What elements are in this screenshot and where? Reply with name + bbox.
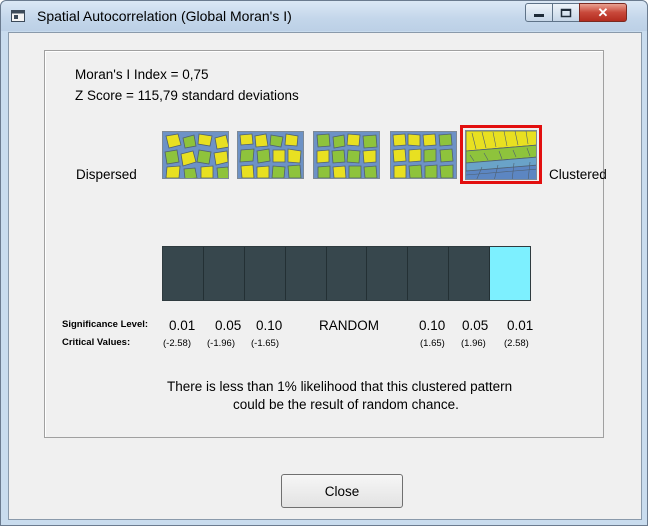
maximize-icon [560,8,572,17]
significance-level-label: Significance Level: [62,319,149,330]
pattern-thumbnail-4 [390,131,457,179]
scale-segment [449,247,491,300]
scale-segment-active [490,247,531,300]
pattern-thumbnail-2 [237,131,304,179]
critical-value-5: (1.96) [461,338,486,349]
scale-segment [326,247,368,300]
close-button-label: Close [324,483,360,499]
scale-segment [163,247,204,300]
level-2: 0.10 [256,318,283,333]
maximize-button[interactable] [552,3,580,22]
window-app-icon [11,10,25,22]
close-button[interactable]: Close [281,474,403,508]
level-0: 0.01 [169,318,196,333]
scale-segment [203,247,245,300]
selected-pattern-highlight [460,125,542,184]
level-5: 0.05 [462,318,489,333]
level-1: 0.05 [215,318,242,333]
scale-segment [285,247,327,300]
critical-value-1: (-1.96) [207,338,235,349]
interpretation-line-2: could be the result of random chance. [233,397,459,412]
minimize-button[interactable] [525,3,553,22]
pattern-thumbnail-random [313,131,380,179]
interpretation-line-1: There is less than 1% likelihood that th… [167,379,513,394]
window-title: Spatial Autocorrelation (Global Moran's … [37,8,292,24]
scale-segment [408,247,450,300]
critical-value-6: (2.58) [504,338,529,349]
close-icon: ✕ [597,4,609,20]
minimize-icon [534,13,544,17]
level-4: 0.10 [419,318,446,333]
dispersed-label: Dispersed [76,167,137,182]
title-bar[interactable]: Spatial Autocorrelation (Global Moran's … [1,1,647,31]
critical-value-0: (-2.58) [163,338,191,349]
morans-index-text: Moran's I Index = 0,75 [75,67,209,82]
level-6: 0.01 [507,318,534,333]
level-random: RANDOM [319,318,379,333]
scale-segment [244,247,286,300]
critical-value-4: (1.65) [420,338,445,349]
significance-scale-bar [162,246,531,301]
window-close-button[interactable]: ✕ [579,3,627,22]
clustered-label: Clustered [549,167,607,182]
dialog-window: Spatial Autocorrelation (Global Moran's … [0,0,648,526]
scale-segment [367,247,409,300]
critical-values-label: Critical Values: [62,337,131,348]
critical-value-2: (-1.65) [251,338,279,349]
pattern-thumbnail-dispersed [162,131,229,179]
z-score-text: Z Score = 115,79 standard deviations [75,88,299,103]
